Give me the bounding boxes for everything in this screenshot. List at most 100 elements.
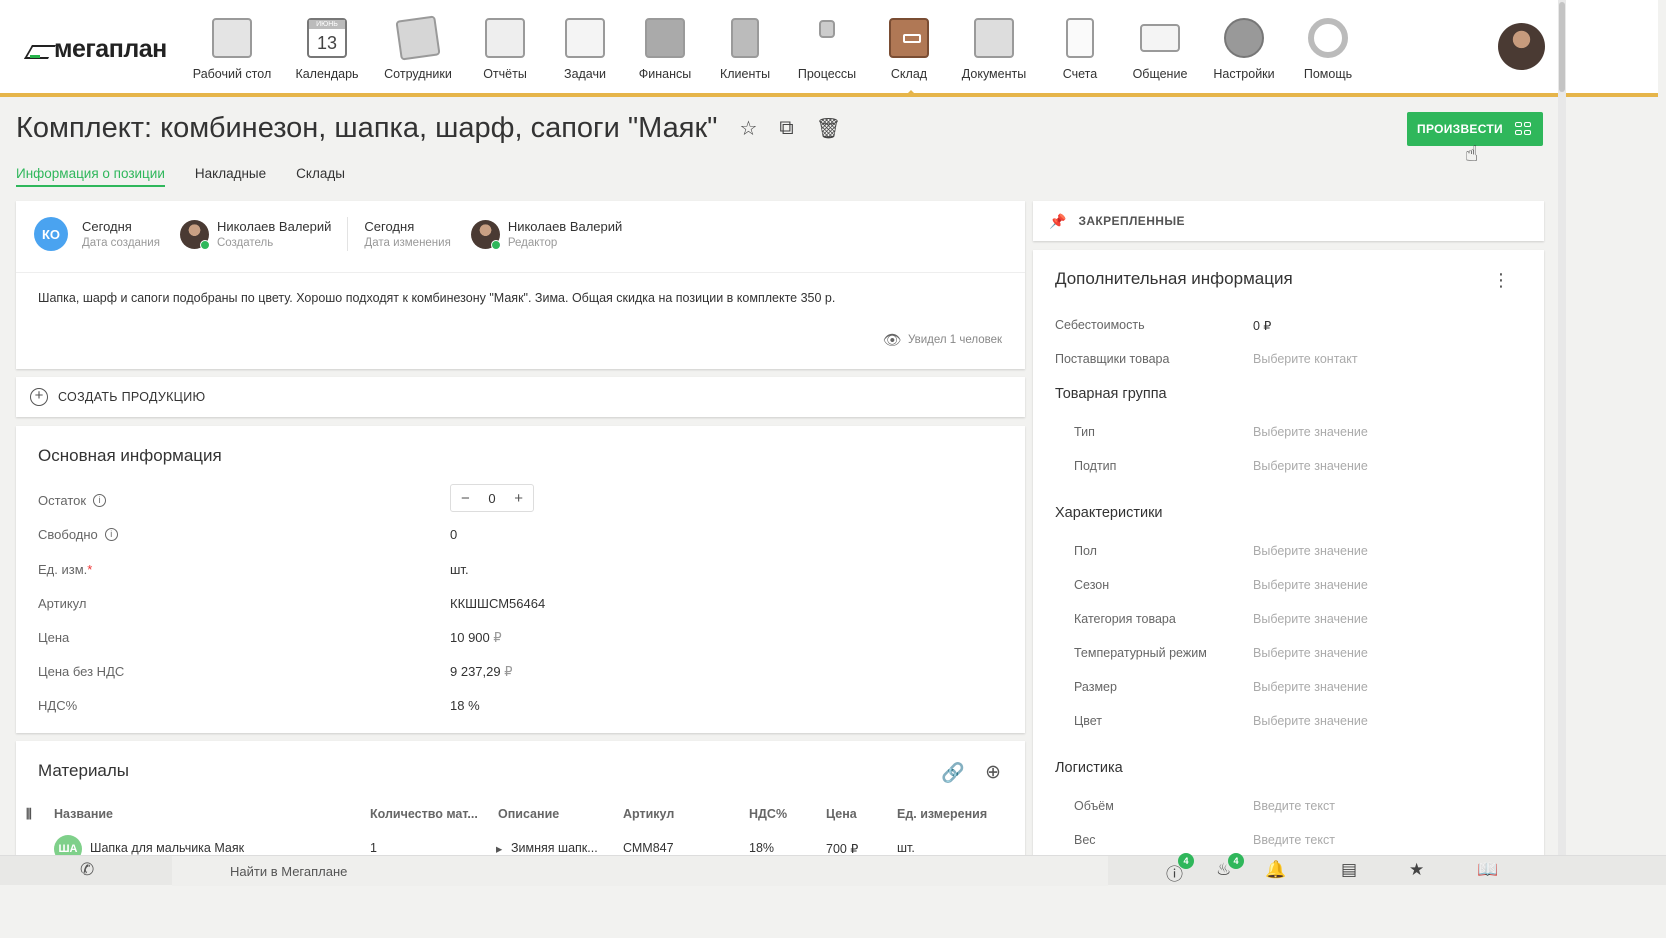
logo[interactable]: мегаплан	[28, 35, 167, 64]
create-production-button[interactable]: + СОЗДАТЬ ПРОДУКЦИЮ	[16, 377, 1025, 417]
nav-item-documents[interactable]: Документы	[946, 16, 1042, 81]
bell-icon[interactable]: 🔔	[1265, 860, 1286, 880]
column-header[interactable]: Количество мат...	[370, 807, 478, 821]
tasks-icon	[563, 16, 607, 60]
nav-item-calendar[interactable]: ИЮНЬ 13 Календарь	[279, 16, 375, 81]
cell-sku: СММ847	[623, 841, 674, 855]
field-label: Свободно	[38, 527, 98, 542]
column-header[interactable]: Цена	[826, 807, 857, 821]
creator-name[interactable]: Николаев Валерий	[217, 219, 331, 234]
currency-sign: ₽	[493, 630, 502, 645]
message-icon[interactable]: ▤	[1341, 860, 1357, 880]
field-value[interactable]: ККШШСМ56464	[450, 596, 545, 611]
column-header[interactable]: НДС%	[749, 807, 787, 821]
pinned-panel[interactable]: 📌 ЗАКРЕПЛЕННЫЕ	[1033, 201, 1544, 241]
field-label: Артикул	[38, 596, 87, 611]
nav-item-desktop[interactable]: Рабочий стол	[184, 16, 280, 81]
field-label: Пол	[1074, 544, 1097, 558]
user-avatar[interactable]	[1498, 23, 1545, 70]
field-value[interactable]: Выберите значение	[1253, 612, 1368, 626]
stock-value[interactable]: 0	[488, 491, 495, 506]
field-value[interactable]: Выберите значение	[1253, 459, 1368, 473]
field-label: Сезон	[1074, 578, 1110, 592]
extra-info-card: Дополнительная информация ⋮ Себестоимост…	[1033, 250, 1544, 870]
price-net-amount: 9 237,29	[450, 664, 501, 679]
nav-item-chat[interactable]: Общение	[1112, 16, 1208, 81]
scrollbar[interactable]	[1558, 0, 1566, 855]
phone-icon[interactable]: ✆	[80, 860, 94, 880]
book-icon[interactable]: 📖	[1477, 860, 1498, 880]
field-value[interactable]: 9 237,29 ₽	[450, 664, 513, 680]
stock-stepper[interactable]: − 0 +	[450, 484, 534, 512]
reports-icon	[483, 16, 527, 60]
add-circle-icon[interactable]: ⊕	[985, 761, 1001, 785]
field-value[interactable]: Выберите значение	[1253, 646, 1368, 660]
field-value[interactable]: Выберите значение	[1253, 714, 1368, 728]
nav-item-employees[interactable]: Сотрудники	[370, 15, 466, 81]
scrollbar-thumb[interactable]	[1559, 2, 1565, 92]
minus-icon[interactable]: −	[461, 490, 470, 507]
field-value[interactable]: 10 900 ₽	[450, 630, 502, 646]
eye-icon: 👁	[882, 332, 902, 349]
group-title: Характеристики	[1055, 505, 1163, 521]
cell-desc: Зимняя шапк...	[511, 841, 598, 855]
column-header[interactable]: Описание	[498, 807, 559, 821]
field-value[interactable]: Выберите контакт	[1253, 352, 1358, 366]
nav-label: Общение	[1132, 67, 1188, 81]
column-header[interactable]: Ед. измерения	[897, 807, 987, 821]
nav-label: Документы	[961, 67, 1027, 81]
field-value[interactable]: Выберите значение	[1253, 544, 1368, 558]
divider	[347, 217, 349, 251]
info-icon[interactable]: i	[104, 528, 118, 541]
field-value[interactable]: Введите текст	[1253, 799, 1335, 813]
field-value[interactable]: Выберите значение	[1253, 680, 1368, 694]
column-settings-icon[interactable]: ⫼	[26, 807, 32, 822]
tab-warehouses[interactable]: Склады	[296, 166, 345, 187]
column-header[interactable]: Название	[54, 807, 113, 821]
pinned-label: ЗАКРЕПЛЕННЫЕ	[1078, 214, 1185, 228]
field-label: Тип	[1074, 425, 1095, 439]
finance-icon	[643, 16, 687, 60]
seen-text: Увидел 1 человек	[907, 334, 1002, 346]
editor-name[interactable]: Николаев Валерий	[508, 219, 622, 234]
nav-label: Склад	[890, 67, 928, 81]
editor-label: Редактор	[507, 237, 558, 249]
global-search[interactable]: Найти в Мегаплане	[172, 856, 1108, 886]
top-navigation: мегаплан Рабочий стол ИЮНЬ 13 Календарь С…	[0, 0, 1658, 97]
cell-unit: шт.	[897, 841, 915, 855]
field-value[interactable]: Выберите значение	[1253, 578, 1368, 592]
nav-item-settings[interactable]: Настройки	[1196, 16, 1292, 81]
logo-mark-icon	[28, 41, 50, 59]
nav-label: Календарь	[295, 67, 359, 81]
fire-icon[interactable]: ♨ 4	[1216, 853, 1244, 880]
creator-avatar[interactable]	[179, 219, 210, 250]
field-value[interactable]: шт.	[450, 562, 469, 577]
star-icon[interactable]: ☆	[739, 116, 757, 141]
field-value[interactable]: Выберите значение	[1253, 425, 1368, 439]
tab-invoices[interactable]: Накладные	[195, 166, 266, 187]
fire-badge: 4	[1228, 853, 1244, 869]
delete-icon[interactable]: 🗑	[816, 116, 841, 141]
chat-icon	[1138, 16, 1182, 60]
link-icon[interactable]: 🔗	[941, 761, 965, 785]
copy-icon[interactable]: ⧉	[779, 117, 793, 140]
info-icon[interactable]: i	[93, 494, 107, 507]
editor-avatar[interactable]	[470, 219, 501, 250]
tab-position-info[interactable]: Информация о позиции	[16, 166, 165, 187]
main-info-card: Основная информация	[16, 426, 1025, 733]
nav-item-warehouse[interactable]: Склад	[861, 16, 957, 96]
alert-icon[interactable]: ⓘ 4	[1166, 853, 1194, 885]
search-input[interactable]: Найти в Мегаплане	[230, 864, 347, 879]
plus-icon[interactable]: +	[514, 490, 523, 507]
expand-icon[interactable]: ▸	[496, 841, 502, 856]
employees-icon	[395, 15, 441, 61]
nav-item-help[interactable]: Помощь	[1280, 16, 1376, 81]
column-header[interactable]: Артикул	[623, 807, 674, 821]
field-value[interactable]: 18 %	[450, 698, 480, 713]
field-value[interactable]: 0 ₽	[1253, 318, 1271, 333]
star-icon[interactable]: ★	[1409, 860, 1424, 880]
more-vertical-icon[interactable]: ⋮	[1492, 270, 1510, 291]
cell-name[interactable]: Шапка для мальчика Маяк	[90, 841, 244, 855]
field-value[interactable]: Введите текст	[1253, 833, 1335, 847]
invoices-icon	[1058, 16, 1102, 60]
